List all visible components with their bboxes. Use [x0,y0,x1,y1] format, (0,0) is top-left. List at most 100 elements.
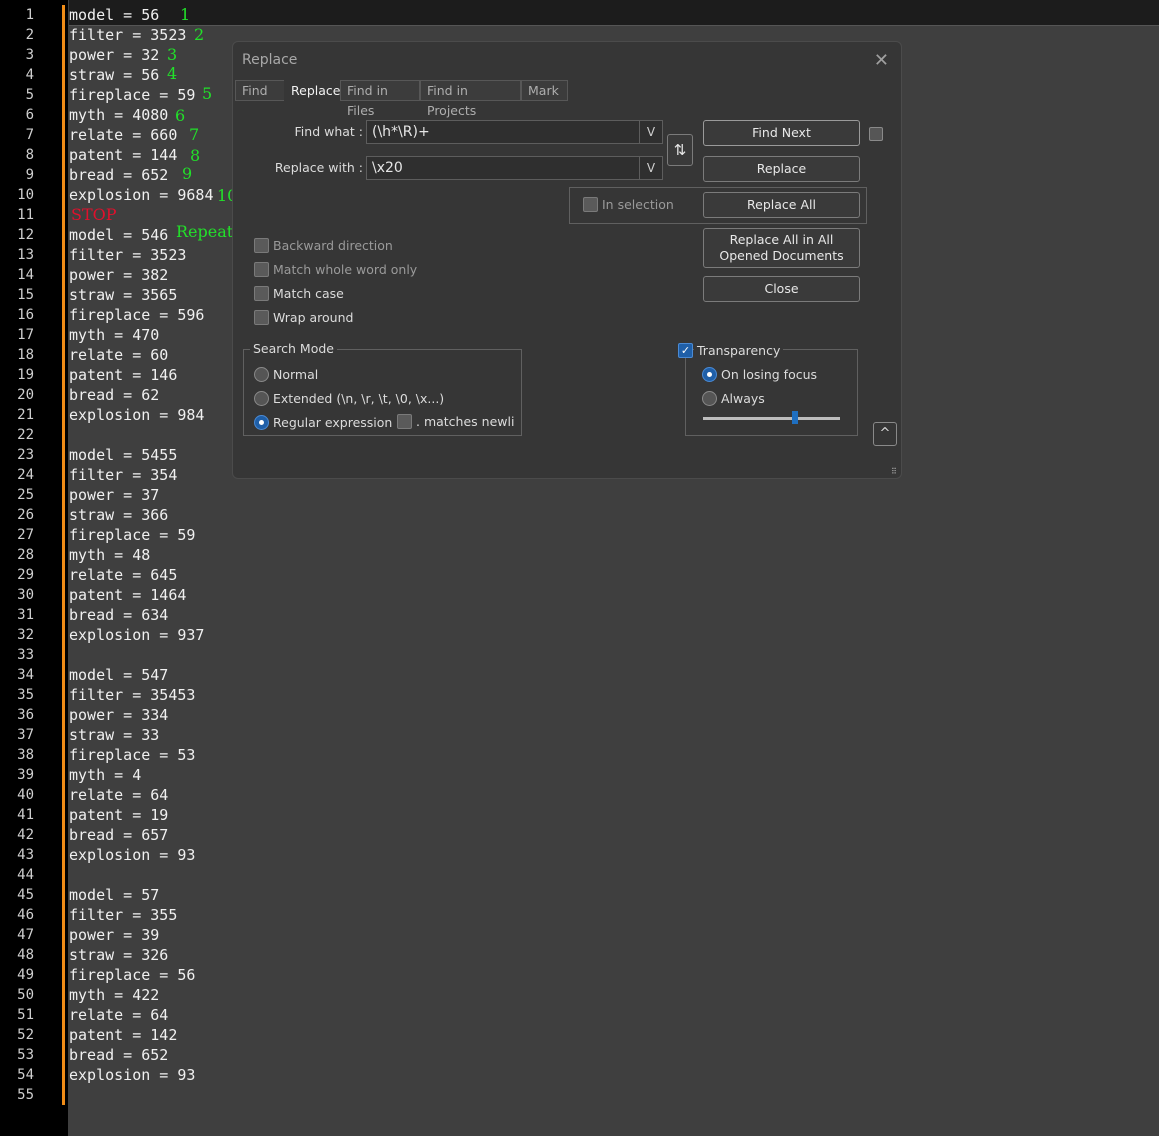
code-line: myth = 4 [69,766,142,784]
code-line: bread = 634 [69,606,169,624]
code-line: patent = 146 [69,366,178,384]
line-number: 7 [25,127,34,143]
find-next-button[interactable]: Find Next [703,120,860,146]
annotation-8: 8 [190,146,201,165]
line-number: 25 [17,487,34,503]
code-line: fireplace = 56 [69,966,196,984]
code-line: patent = 19 [69,806,169,824]
code-line: explosion = 93 [69,846,196,864]
transparency-slider[interactable] [703,417,840,420]
code-line: straw = 33 [69,726,160,744]
code-line: filter = 355 [69,906,178,924]
line-number: 10 [17,187,34,203]
line-number: 11 [17,207,34,223]
line-number: 45 [17,887,34,903]
resize-grip-icon[interactable]: ⠿ [891,468,899,476]
replace-all-opened-button[interactable]: Replace All in All Opened Documents [703,228,860,268]
line-number: 12 [17,227,34,243]
current-line-highlight [69,0,1159,26]
transparency-slider-thumb[interactable] [792,411,798,424]
code-line: power = 39 [69,926,160,944]
replace-with-input[interactable]: \x20 [372,160,403,176]
line-number: 16 [17,307,34,323]
find-what-input[interactable]: (\h*\R)+ [372,124,430,140]
code-line: straw = 366 [69,506,169,524]
close-button[interactable]: Close [703,276,860,302]
find-what-combo[interactable]: (\h*\R)+ V [366,120,663,144]
line-number: 36 [17,707,34,723]
line-number: 37 [17,727,34,743]
replace-all-button[interactable]: Replace All [703,192,860,218]
line-number: 46 [17,907,34,923]
code-line: patent = 142 [69,1026,178,1044]
code-line: power = 32 [69,46,160,64]
replace-button[interactable]: Replace [703,156,860,182]
tab-replace[interactable]: Replace [284,80,342,101]
code-line: myth = 48 [69,546,151,564]
code-line: explosion = 937 [69,626,205,644]
collapse-chevron-up-icon[interactable]: ^ [873,422,897,446]
chevron-down-icon[interactable]: V [639,121,662,143]
line-number: 22 [17,427,34,443]
code-line: power = 382 [69,266,169,284]
code-line: relate = 64 [69,786,169,804]
code-line: bread = 62 [69,386,160,404]
annotation-1: 1 [180,5,191,24]
line-number: 50 [17,987,34,1003]
code-line: bread = 657 [69,826,169,844]
line-number: 41 [17,807,34,823]
code-line: model = 57 [69,886,160,904]
line-number: 24 [17,467,34,483]
tab-mark[interactable]: Mark [521,80,568,101]
annotation-5: 5 [202,84,213,103]
swap-fields-button[interactable]: ⇅ [667,134,693,166]
line-number: 15 [17,287,34,303]
code-line: relate = 660 [69,126,178,144]
line-number: 34 [17,667,34,683]
close-icon[interactable]: ✕ [874,50,889,71]
dot-matches-newline-checkbox[interactable]: . matches newline [397,414,515,430]
transparency-title: Transparency [694,343,784,358]
annotation-repeat: Repeat [176,222,234,241]
code-line: fireplace = 53 [69,746,196,764]
code-line: filter = 354 [69,466,178,484]
replace-with-label: Replace with : [274,160,363,175]
code-line: myth = 422 [69,986,160,1004]
line-number: 53 [17,1047,34,1063]
tab-find-in-projects[interactable]: Find in Projects [420,80,521,118]
annotation-2: 2 [194,25,205,44]
tab-find-in-files[interactable]: Find in Files [340,80,420,118]
line-number: 29 [17,567,34,583]
code-line: fireplace = 59 [69,526,196,544]
line-number: 52 [17,1027,34,1043]
code-line: model = 56 [69,6,160,24]
line-number: 26 [17,507,34,523]
code-line: fireplace = 596 [69,306,205,324]
line-number: 43 [17,847,34,863]
line-number: 35 [17,687,34,703]
line-number: 3 [25,47,34,63]
line-number: 2 [25,27,34,43]
line-number: 1 [25,7,34,23]
code-line: model = 5455 [69,446,178,464]
replace-with-combo[interactable]: \x20 V [366,156,663,180]
code-line: power = 334 [69,706,169,724]
code-line: relate = 64 [69,1006,169,1024]
change-history-bar [62,5,65,1105]
code-line: power = 37 [69,486,160,504]
checkbox-box[interactable] [583,197,598,212]
find-next-option-checkbox[interactable] [869,127,883,141]
line-number: 9 [25,167,34,183]
line-number: 20 [17,387,34,403]
annotation-4: 4 [167,64,178,83]
transparency-checkbox[interactable]: ✓ [678,343,693,358]
code-line: model = 546 [69,226,169,244]
line-number: 32 [17,627,34,643]
line-number: 8 [25,147,34,163]
line-number: 19 [17,367,34,383]
annotation-stop: STOP [71,205,117,224]
line-number: 6 [25,107,34,123]
line-number-gutter: 1 2 3 4 5 6 7 8 9 10 11 12 13 14 15 16 17 18 19 20 21 22 23 24 2… [0,0,68,1136]
chevron-down-icon[interactable]: V [639,157,662,179]
line-number: 18 [17,347,34,363]
